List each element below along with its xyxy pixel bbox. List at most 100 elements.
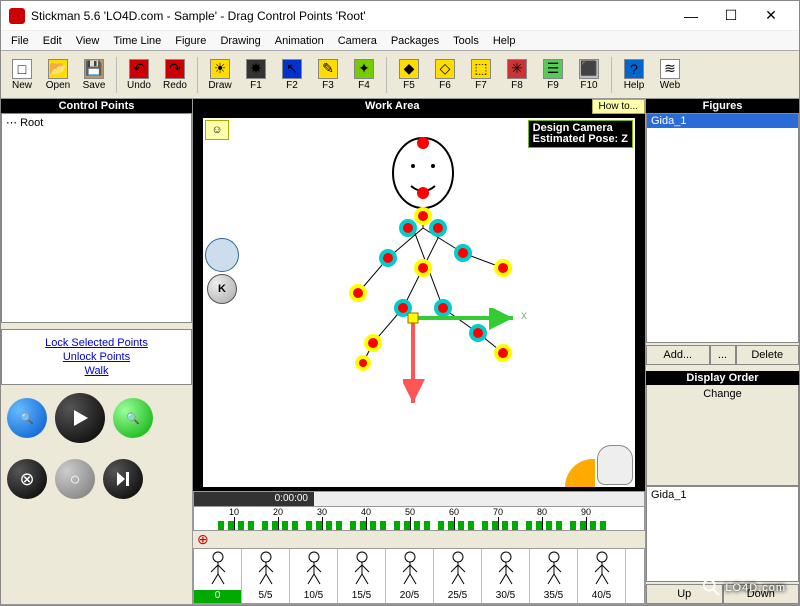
more-button[interactable]: ... [710,345,736,365]
app-icon [9,8,25,24]
f7-icon: ⬚ [471,59,491,79]
change-order-button[interactable]: Change [646,385,799,486]
frame-35/5[interactable]: 35/5 [530,549,578,603]
time-ruler[interactable]: 102030405060708090 [193,507,645,531]
figure-item-selected[interactable]: Gida_1 [647,114,798,128]
frame-20/5[interactable]: 20/5 [386,549,434,603]
tool-f7[interactable]: ⬚F7 [464,54,498,96]
frame-10/5[interactable]: 10/5 [290,549,338,603]
tool-f8[interactable]: ✳F8 [500,54,534,96]
tool-f6[interactable]: ◇F6 [428,54,462,96]
figure-mode-icon[interactable]: ☺ [205,120,229,140]
frame-15/5[interactable]: 15/5 [338,549,386,603]
add-frame-button[interactable]: ⊕ [193,531,213,548]
tool-f5[interactable]: ◆F5 [392,54,426,96]
tick: 10 [214,507,254,517]
tool-f1[interactable]: ✸F1 [239,54,273,96]
right-panel: Figures Gida_1 Add... ... Delete Display… [645,99,799,604]
figures-list[interactable]: Gida_1 [646,113,799,343]
key-lock-button[interactable]: ⊗ [7,459,47,499]
frame-5/5[interactable]: 5/5 [242,549,290,603]
menu-animation[interactable]: Animation [269,33,330,49]
display-order-list[interactable]: Gida_1 [646,486,799,582]
lock-selected-link[interactable]: Lock Selected Points [8,336,185,350]
tick: 90 [566,507,606,517]
tool-label: F3 [322,80,334,91]
menu-file[interactable]: File [5,33,35,49]
step-button[interactable] [103,459,143,499]
k-button[interactable]: K [207,274,237,304]
frame-strip[interactable]: 05/510/515/520/5 25/5 30/535/540/5 [193,548,645,604]
timeline: 0:00:00 102030405060708090 ⊕ 05/510/515/… [193,491,645,604]
menu-time-line[interactable]: Time Line [107,33,167,49]
tool-label: F2 [286,80,298,91]
tree-expand-icon[interactable]: ⋯ [6,117,20,129]
display-order-item[interactable]: Gida_1 [647,487,798,503]
time-scrubber[interactable]: 0:00:00 [193,491,645,507]
tool-f2[interactable]: ↖F2 [275,54,309,96]
f6-icon: ◇ [435,59,455,79]
tool-label: New [12,80,32,91]
tool-redo[interactable]: ↷Redo [158,54,192,96]
canvas[interactable]: ☺ Design Camera Estimated Pose: Z K [203,118,635,487]
lock-links-box: Lock Selected Points Unlock Points Walk [1,329,192,385]
f5-icon: ◆ [399,59,419,79]
compass-icon[interactable] [205,238,239,272]
tool-label: Help [624,80,645,91]
menu-view[interactable]: View [70,33,106,49]
tool-save[interactable]: 💾Save [77,54,111,96]
zoom-in-button[interactable]: 🔍 [113,398,153,438]
menu-drawing[interactable]: Drawing [214,33,266,49]
menu-packages[interactable]: Packages [385,33,445,49]
menu-tools[interactable]: Tools [447,33,485,49]
tool-label: Undo [127,80,151,91]
key-button[interactable]: ○ [55,459,95,499]
save-icon: 💾 [84,59,104,79]
menu-camera[interactable]: Camera [332,33,383,49]
close-button[interactable]: ✕ [751,2,791,30]
tool-web[interactable]: ≋Web [653,54,687,96]
menu-figure[interactable]: Figure [169,33,212,49]
frame-30/5[interactable]: 30/5 [482,549,530,603]
tool-draw[interactable]: ☀Draw [203,54,237,96]
canvas-wrap: ☺ Design Camera Estimated Pose: Z K [193,114,645,491]
tick: 30 [302,507,342,517]
tool-f9[interactable]: ☰F9 [536,54,570,96]
tree-item-root[interactable]: Root [20,117,43,129]
how-to-button[interactable]: How to... [592,99,645,114]
tool-help[interactable]: ?Help [617,54,651,96]
axis-gizmo[interactable] [403,308,543,418]
mouse-icon [597,445,633,485]
playback-row-1: 🔍 🔍 [1,385,192,451]
frame-25/5[interactable]: 25/5 [434,549,482,603]
frame-40/5[interactable]: 40/5 [578,549,626,603]
add-figure-button[interactable]: Add... [646,345,710,365]
unlock-points-link[interactable]: Unlock Points [8,350,185,364]
minimize-button[interactable]: — [671,2,711,30]
toolbar: □New📂Open💾Save↶Undo↷Redo☀Draw✸F1↖F2✎F3✦F… [1,51,799,99]
menu-edit[interactable]: Edit [37,33,68,49]
tool-open[interactable]: 📂Open [41,54,75,96]
open-icon: 📂 [48,59,68,79]
tick: 50 [390,507,430,517]
tool-label: F7 [475,80,487,91]
play-button[interactable] [55,393,105,443]
frame-label: 25/5 [448,590,467,603]
delete-figure-button[interactable]: Delete [736,345,800,365]
zoom-out-button[interactable]: 🔍 [7,398,47,438]
tool-new[interactable]: □New [5,54,39,96]
tool-undo[interactable]: ↶Undo [122,54,156,96]
maximize-button[interactable]: ☐ [711,2,751,30]
walk-link[interactable]: Walk [8,364,185,378]
tool-label: Save [83,80,106,91]
separator [197,57,198,93]
frame-0[interactable]: 0 [194,549,242,603]
separator [386,57,387,93]
f1-icon: ✸ [246,59,266,79]
menu-help[interactable]: Help [487,33,522,49]
tool-f10[interactable]: ⬛F10 [572,54,606,96]
control-points-tree[interactable]: ⋯ Root [1,113,192,323]
tool-f4[interactable]: ✦F4 [347,54,381,96]
f4-icon: ✦ [354,59,374,79]
tool-f3[interactable]: ✎F3 [311,54,345,96]
